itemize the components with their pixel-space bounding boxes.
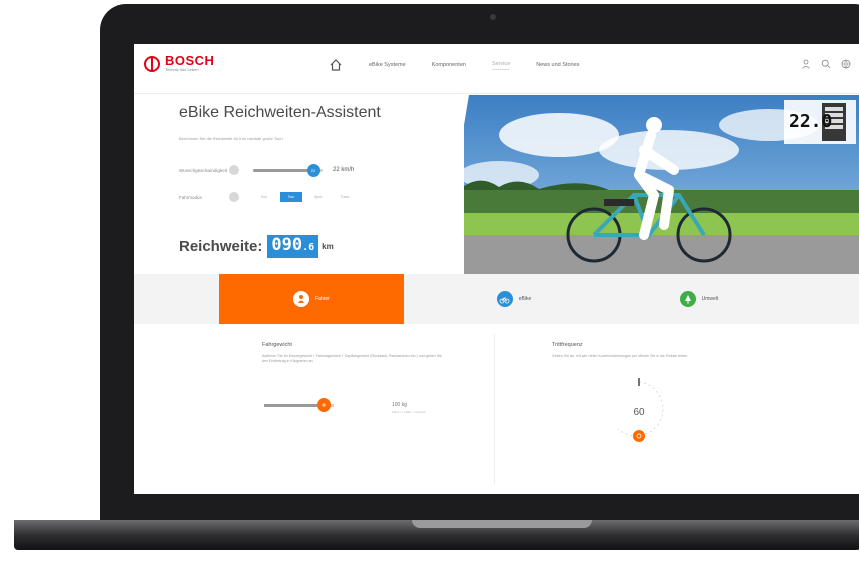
bosch-armature-icon <box>144 55 160 72</box>
screen: BOSCH Technik fürs Leben eBike Systeme K… <box>134 44 859 494</box>
range-value-box: 090.6 <box>267 235 319 258</box>
tab-umwelt-label: Umwelt <box>701 296 719 302</box>
cadence-description: Geben Sie an, mit wie vielen Kurbelumdre… <box>552 354 689 358</box>
brand-subline: Technik fürs Leben <box>165 67 199 72</box>
bike-icon <box>496 291 513 307</box>
bosch-logo[interactable]: BOSCH Technik fürs Leben <box>144 54 214 73</box>
user-icon[interactable] <box>801 59 811 69</box>
range-value: 090 <box>271 235 303 255</box>
brand-name: BOSCH <box>165 53 215 68</box>
speed-knob-value: 22 <box>310 167 316 173</box>
mode-button-turbo[interactable]: Turbo <box>334 192 356 202</box>
weight-title: Fahrgewicht <box>262 342 292 348</box>
search-icon[interactable] <box>821 59 831 69</box>
nav-item-news[interactable]: News und Stories <box>536 62 579 68</box>
weight-value: 100 kg <box>392 402 408 408</box>
page-subtitle: Berechnen Sie die Reichweite für Ihre nä… <box>179 136 283 141</box>
globe-icon[interactable] <box>841 59 851 69</box>
speed-slider-fill <box>253 168 313 172</box>
cadence-title: Trittfrequenz <box>552 342 583 348</box>
speed-slider[interactable]: 22 <box>253 163 323 177</box>
rider-icon <box>293 291 310 307</box>
tab-fahrer[interactable]: Fahrer <box>219 274 404 324</box>
speed-label: Wunschgeschwindigkeit <box>179 167 227 173</box>
mode-button-sport[interactable]: Sport <box>307 192 329 202</box>
weight-note: Fahrer + eBike + Gepäck <box>392 410 426 414</box>
laptop-notch <box>412 520 592 528</box>
tab-ebike[interactable]: eBike <box>404 274 624 324</box>
mode-row: Fahrmodus Eco Tour Sport Turbo <box>179 192 361 202</box>
cadence-value: 60 <box>633 407 645 418</box>
home-icon[interactable] <box>329 58 343 72</box>
cadence-knob[interactable] <box>633 430 645 442</box>
range-unit: km <box>322 242 334 251</box>
nav-item-ebike-systeme[interactable]: eBike Systeme <box>369 62 406 68</box>
speed-slider-knob[interactable]: 22 <box>306 163 320 177</box>
weight-description: Addieren Sie Ihr Körpergewicht + Fahrrad… <box>262 354 442 363</box>
mode-button-eco[interactable]: Eco <box>253 192 275 202</box>
range-assistant-panel: eBike Reichweiten-Assistent Berechnen Si… <box>134 95 464 275</box>
weight-slider[interactable] <box>264 398 334 412</box>
range-label: Reichweite: <box>179 238 263 255</box>
speed-row: Wunschgeschwindigkeit 22 22 km/h <box>179 163 355 177</box>
range-decimal: .6 <box>302 242 315 253</box>
info-icon[interactable] <box>229 165 239 175</box>
mode-label: Fahrmodus <box>179 194 202 200</box>
header-icons <box>801 59 851 69</box>
display-speed: 22.0 <box>789 111 832 132</box>
site-header: BOSCH Technik fürs Leben eBike Systeme K… <box>134 44 859 94</box>
tab-fahrer-label: Fahrer <box>315 296 330 302</box>
nav-item-service[interactable]: Service <box>491 61 511 70</box>
tab-ebike-label: eBike <box>518 296 532 302</box>
page-title: eBike Reichweiten-Assistent <box>179 104 381 121</box>
section-divider <box>494 334 495 484</box>
info-icon[interactable] <box>229 192 239 202</box>
speed-value: 22 km/h <box>333 167 355 173</box>
hero-image: 22.0 <box>439 95 859 275</box>
main-nav: eBike Systeme Komponenten Service News u… <box>329 58 579 72</box>
cadence-dial[interactable]: 60 <box>604 374 674 444</box>
category-tabs: Fahrer eBike Umwelt <box>134 274 859 324</box>
range-result: Reichweite: 090.6 km <box>179 235 334 258</box>
tree-icon <box>679 291 696 307</box>
mode-button-tour[interactable]: Tour <box>280 192 302 202</box>
fahrer-settings: Fahrgewicht Addieren Sie Ihr Körpergewic… <box>134 324 859 494</box>
weight-slider-fill <box>264 404 324 407</box>
nav-item-komponenten[interactable]: Komponenten <box>432 62 466 68</box>
weight-slider-knob[interactable] <box>316 398 331 412</box>
tab-umwelt[interactable]: Umwelt <box>624 274 774 324</box>
camera <box>490 14 496 20</box>
